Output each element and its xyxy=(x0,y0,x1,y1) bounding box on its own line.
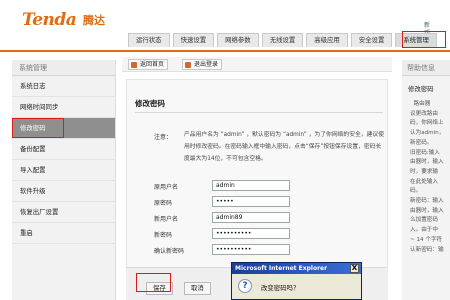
home-button-label: 返回首页 xyxy=(140,61,165,68)
tab-security[interactable]: 安全设置 xyxy=(350,33,393,47)
old-username-input[interactable]: admin xyxy=(212,180,290,191)
tab-running-status[interactable]: 运行状态 xyxy=(128,33,170,47)
logo: Tenda xyxy=(22,10,77,30)
sidebar-title: 系统管理 xyxy=(12,60,115,76)
help-text: 路由器 议更改路由 码，你网络上 认为admin， 新密码。 旧密码:输入 由器… xyxy=(410,101,445,253)
home-button[interactable]: 返回首页 xyxy=(128,59,169,70)
top-link-new[interactable]: 新 xyxy=(424,22,430,30)
old-password-input[interactable]: ••••• xyxy=(212,196,290,207)
sidebar-item-change-password[interactable]: 修改密码 xyxy=(12,118,115,139)
header: Tenda 腾达 新 帮 运行状态 快速设置 网络参数 无线设置 高级应用 安全… xyxy=(0,0,450,52)
tab-network-params[interactable]: 网络参数 xyxy=(217,33,259,47)
old-username-label: 原用户名 xyxy=(154,184,179,191)
save-button[interactable]: 保存 xyxy=(146,282,173,295)
confirm-password-input[interactable]: •••••••••• xyxy=(212,244,290,255)
help-title: 帮助信息 xyxy=(402,60,450,76)
logout-button-label: 退出登录 xyxy=(194,61,219,68)
router-admin-page: Tenda 腾达 新 帮 运行状态 快速设置 网络参数 无线设置 高级应用 安全… xyxy=(0,0,450,300)
tab-quick-setup[interactable]: 快速设置 xyxy=(172,33,215,47)
sidebar-item-firmware-upgrade[interactable]: 软件升级 xyxy=(12,181,115,202)
note-text: 产品用户名为 “admin” ，默认密码为 “admin” ，为了你网络的安全，… xyxy=(184,132,384,162)
confirm-dialog: Microsoft Internet Explorer X ? 改变密码吗？ xyxy=(231,262,362,300)
help-subtitle: 修改密码 xyxy=(408,85,434,93)
old-password-label: 原密码 xyxy=(154,200,173,207)
question-icon: ? xyxy=(238,279,252,293)
main-nav: 运行状态 快速设置 网络参数 无线设置 高级应用 安全设置 系统管理 xyxy=(128,33,437,47)
dialog-title: Microsoft Internet Explorer xyxy=(235,265,328,272)
close-icon[interactable]: X xyxy=(350,264,359,273)
confirm-password-label: 确认新密码 xyxy=(154,248,185,255)
cancel-button[interactable]: 取消 xyxy=(184,282,211,295)
sidebar-item-time-sync[interactable]: 网络时间同步 xyxy=(12,97,115,118)
logout-button[interactable]: 退出登录 xyxy=(182,59,223,70)
sidebar-item-factory-reset[interactable]: 恢复出厂设置 xyxy=(12,202,115,223)
toolbar: 返回首页 退出登录 xyxy=(122,57,392,72)
new-password-input[interactable]: •••••••••• xyxy=(212,228,290,239)
new-username-input[interactable]: admin89 xyxy=(212,212,290,223)
header-divider xyxy=(0,50,450,52)
sidebar: 系统管理 系统日志 网络时间同步 修改密码 备份配置 导入配置 软件升级 恢复出… xyxy=(12,60,116,300)
dialog-titlebar: Microsoft Internet Explorer X xyxy=(232,263,361,274)
sidebar-item-reboot[interactable]: 重启 xyxy=(12,223,115,244)
new-username-label: 新用户名 xyxy=(154,216,179,223)
home-icon xyxy=(131,62,137,68)
new-password-label: 新密码 xyxy=(154,232,173,239)
note-label: 注意： xyxy=(154,134,173,141)
sidebar-item-system-log[interactable]: 系统日志 xyxy=(12,76,115,97)
section-divider xyxy=(135,112,383,113)
logout-icon xyxy=(185,62,191,68)
help-panel: 帮助信息 修改密码 路由器 议更改路由 码，你网络上 认为admin， 新密码。… xyxy=(402,60,450,300)
dialog-message: 改变密码吗？ xyxy=(261,284,300,292)
logo-cn: 腾达 xyxy=(83,14,105,27)
tab-system-management[interactable]: 系统管理 xyxy=(395,33,437,47)
sidebar-item-backup-config[interactable]: 备份配置 xyxy=(12,139,115,160)
tab-wireless[interactable]: 无线设置 xyxy=(261,33,304,47)
tab-advanced[interactable]: 高级应用 xyxy=(306,33,348,47)
sidebar-item-import-config[interactable]: 导入配置 xyxy=(12,160,115,181)
section-title: 修改密码 xyxy=(135,99,165,108)
